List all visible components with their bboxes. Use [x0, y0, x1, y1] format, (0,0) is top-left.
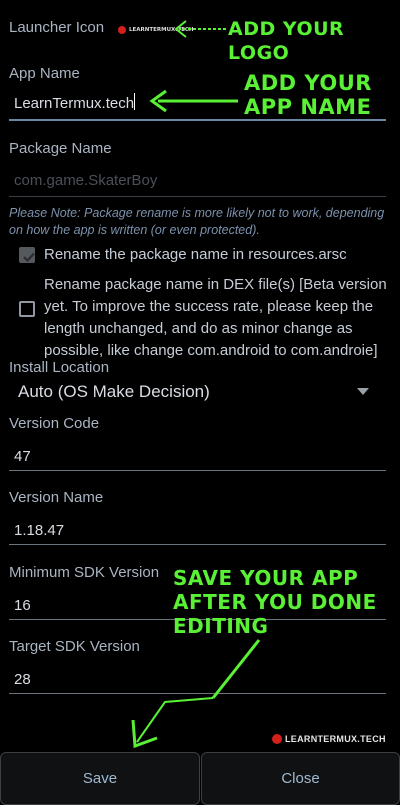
app-name-value: LearnTermux.tech [14, 95, 135, 112]
watermark-logo: LEARNTERMUX.TECH [271, 733, 386, 745]
version-name-input[interactable]: 1.18.47 [14, 522, 64, 539]
version-code-label: Version Code [9, 415, 100, 432]
version-name-underline [9, 544, 386, 545]
install-location-dropdown[interactable]: Auto (OS Make Decision) [9, 377, 386, 407]
annotation-line: ADD YOUR [244, 71, 372, 95]
package-name-input[interactable]: com.game.SkaterBoy [14, 172, 386, 194]
app-name-label: App Name [9, 65, 80, 82]
package-rename-note: Please Note: Package rename is more like… [9, 206, 385, 237]
annotation-line: APP NAME [244, 95, 372, 119]
arrow-down-left-icon [131, 639, 261, 749]
annotation-line: SAVE YOUR APP [173, 566, 359, 590]
install-location-label: Install Location [9, 359, 110, 376]
close-button[interactable]: Close [201, 752, 400, 805]
annotation-add-logo: ADD YOUR LOGO [228, 18, 345, 64]
check-icon [23, 252, 35, 263]
version-name-label: Version Name [9, 489, 104, 506]
watermark-text: LEARNTERMUX.TECH [285, 734, 386, 744]
min-sdk-label: Minimum SDK Version [9, 564, 160, 581]
install-location-selected: Auto (OS Make Decision) [18, 382, 210, 401]
package-name-label: Package Name [9, 140, 112, 157]
annotation-line: AFTER YOU DONE [173, 590, 377, 614]
save-button[interactable]: Save [0, 752, 200, 805]
rename-resources-checkbox[interactable] [19, 247, 35, 263]
logo-mark-icon [118, 26, 126, 34]
arrow-left-icon [149, 89, 238, 113]
target-sdk-label: Target SDK Version [9, 638, 140, 655]
min-sdk-input[interactable]: 16 [14, 597, 31, 614]
arrow-left-icon [174, 20, 226, 38]
version-code-underline [9, 470, 386, 471]
version-code-input[interactable]: 47 [14, 448, 31, 465]
logo-mark-icon [272, 734, 282, 744]
rename-dex-checkbox[interactable] [19, 301, 35, 317]
rename-resources-label: Rename the package name in resources.ars… [44, 246, 347, 263]
launcher-icon-label: Launcher Icon [9, 19, 105, 36]
annotation-save-app: SAVE YOUR APP AFTER YOU DONE EDITING [173, 566, 377, 638]
annotation-line: EDITING [173, 614, 269, 638]
package-name-underline [9, 196, 386, 197]
dropdown-arrow-icon [357, 388, 369, 395]
text-cursor [134, 93, 136, 110]
rename-dex-label: Rename package name in DEX file(s) [Beta… [44, 276, 387, 359]
target-sdk-input[interactable]: 28 [14, 671, 31, 688]
annotation-add-app-name: ADD YOUR APP NAME [244, 71, 372, 119]
app-name-underline [9, 119, 386, 121]
